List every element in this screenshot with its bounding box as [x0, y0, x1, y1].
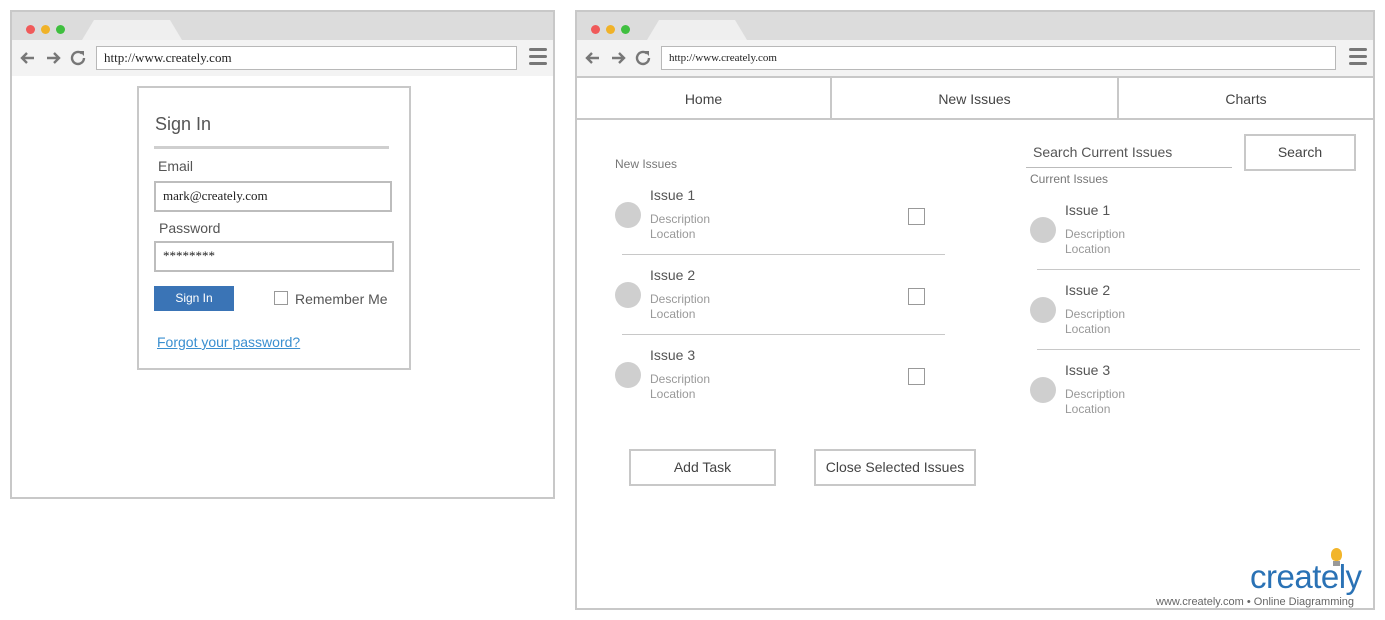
- search-input[interactable]: Search Current Issues: [1026, 144, 1232, 168]
- list-divider: [622, 254, 945, 255]
- nav-new-issues[interactable]: New Issues: [832, 78, 1117, 120]
- title-divider: [154, 146, 389, 149]
- email-label: Email: [158, 158, 194, 174]
- nav-home[interactable]: Home: [577, 78, 830, 120]
- reload-icon[interactable]: [68, 48, 88, 68]
- issue-location: Location: [1065, 402, 1111, 416]
- forgot-password-link[interactable]: Forgot your password?: [157, 334, 300, 350]
- address-bar[interactable]: http://www.creately.com: [96, 46, 517, 70]
- close-window-dot[interactable]: [26, 25, 35, 34]
- issue-location: Location: [650, 387, 696, 401]
- close-selected-issues-button[interactable]: Close Selected Issues: [814, 449, 976, 486]
- browser-chrome: http://www.creately.com: [12, 12, 553, 76]
- signin-panel: Sign In Email mark@creately.com Password…: [137, 86, 411, 370]
- creately-logo: creately: [1250, 558, 1362, 595]
- remember-me-label: Remember Me: [295, 291, 388, 307]
- issue-select-checkbox[interactable]: [908, 208, 925, 225]
- issue-location: Location: [1065, 242, 1111, 256]
- signin-title: Sign In: [155, 114, 212, 134]
- back-arrow-icon[interactable]: [18, 48, 38, 68]
- back-arrow-icon[interactable]: [583, 48, 603, 68]
- minimize-window-dot[interactable]: [41, 25, 50, 34]
- avatar: [615, 362, 641, 388]
- browser-toolbar: http://www.creately.com: [12, 40, 553, 76]
- avatar: [1030, 297, 1056, 323]
- browser-toolbar: http://www.creately.com: [577, 40, 1373, 76]
- tab-strip: [577, 12, 1373, 40]
- new-issues-heading: New Issues: [615, 157, 678, 171]
- reload-icon[interactable]: [633, 48, 653, 68]
- issue-title: Issue 1: [650, 187, 696, 203]
- issue-title: Issue 3: [650, 347, 696, 363]
- forward-arrow-icon[interactable]: [608, 48, 628, 68]
- list-divider: [622, 334, 945, 335]
- maximize-window-dot[interactable]: [56, 25, 65, 34]
- search-button[interactable]: Search: [1244, 134, 1356, 171]
- issue-description: Description: [650, 212, 711, 226]
- password-label: Password: [159, 220, 221, 236]
- issue-title: Issue 1: [1065, 202, 1111, 218]
- issue-select-checkbox[interactable]: [908, 368, 925, 385]
- issue-location: Location: [1065, 322, 1111, 336]
- signin-browser-window: http://www.creately.com Sign In Email ma…: [10, 10, 555, 499]
- tab-strip: [12, 12, 553, 40]
- avatar: [1030, 377, 1056, 403]
- password-field[interactable]: ********: [154, 241, 394, 272]
- close-window-dot[interactable]: [591, 25, 600, 34]
- issue-location: Location: [650, 307, 696, 321]
- signin-button[interactable]: Sign In: [154, 286, 234, 311]
- issue-title: Issue 2: [650, 267, 696, 283]
- issue-title: Issue 3: [1065, 362, 1111, 378]
- issue-title: Issue 2: [1065, 282, 1111, 298]
- avatar: [615, 282, 641, 308]
- minimize-window-dot[interactable]: [606, 25, 615, 34]
- avatar: [1030, 217, 1056, 243]
- list-divider: [1037, 349, 1360, 350]
- avatar: [615, 202, 641, 228]
- nav-charts[interactable]: Charts: [1119, 78, 1373, 120]
- list-divider: [1037, 269, 1360, 270]
- remember-me-checkbox[interactable]: [274, 291, 288, 305]
- browser-tab[interactable]: [647, 20, 747, 40]
- issue-description: Description: [1065, 227, 1126, 241]
- issues-browser-window: http://www.creately.com Home New Issues …: [575, 10, 1375, 610]
- maximize-window-dot[interactable]: [621, 25, 630, 34]
- address-bar[interactable]: http://www.creately.com: [661, 46, 1336, 70]
- browser-tab[interactable]: [82, 20, 182, 40]
- hamburger-menu-icon[interactable]: [529, 48, 547, 66]
- issue-select-checkbox[interactable]: [908, 288, 925, 305]
- forward-arrow-icon[interactable]: [43, 48, 63, 68]
- issue-description: Description: [650, 292, 711, 306]
- hamburger-menu-icon[interactable]: [1349, 48, 1367, 66]
- issue-description: Description: [650, 372, 711, 386]
- top-navigation: Home New Issues Charts: [577, 76, 1373, 120]
- browser-chrome: http://www.creately.com: [577, 12, 1373, 76]
- issue-location: Location: [650, 227, 696, 241]
- issue-description: Description: [1065, 387, 1126, 401]
- email-field[interactable]: mark@creately.com: [154, 181, 392, 212]
- watermark-tagline: www.creately.com • Online Diagramming: [1156, 596, 1355, 608]
- current-issues-heading: Current Issues: [1030, 172, 1109, 186]
- issue-description: Description: [1065, 307, 1126, 321]
- add-task-button[interactable]: Add Task: [629, 449, 776, 486]
